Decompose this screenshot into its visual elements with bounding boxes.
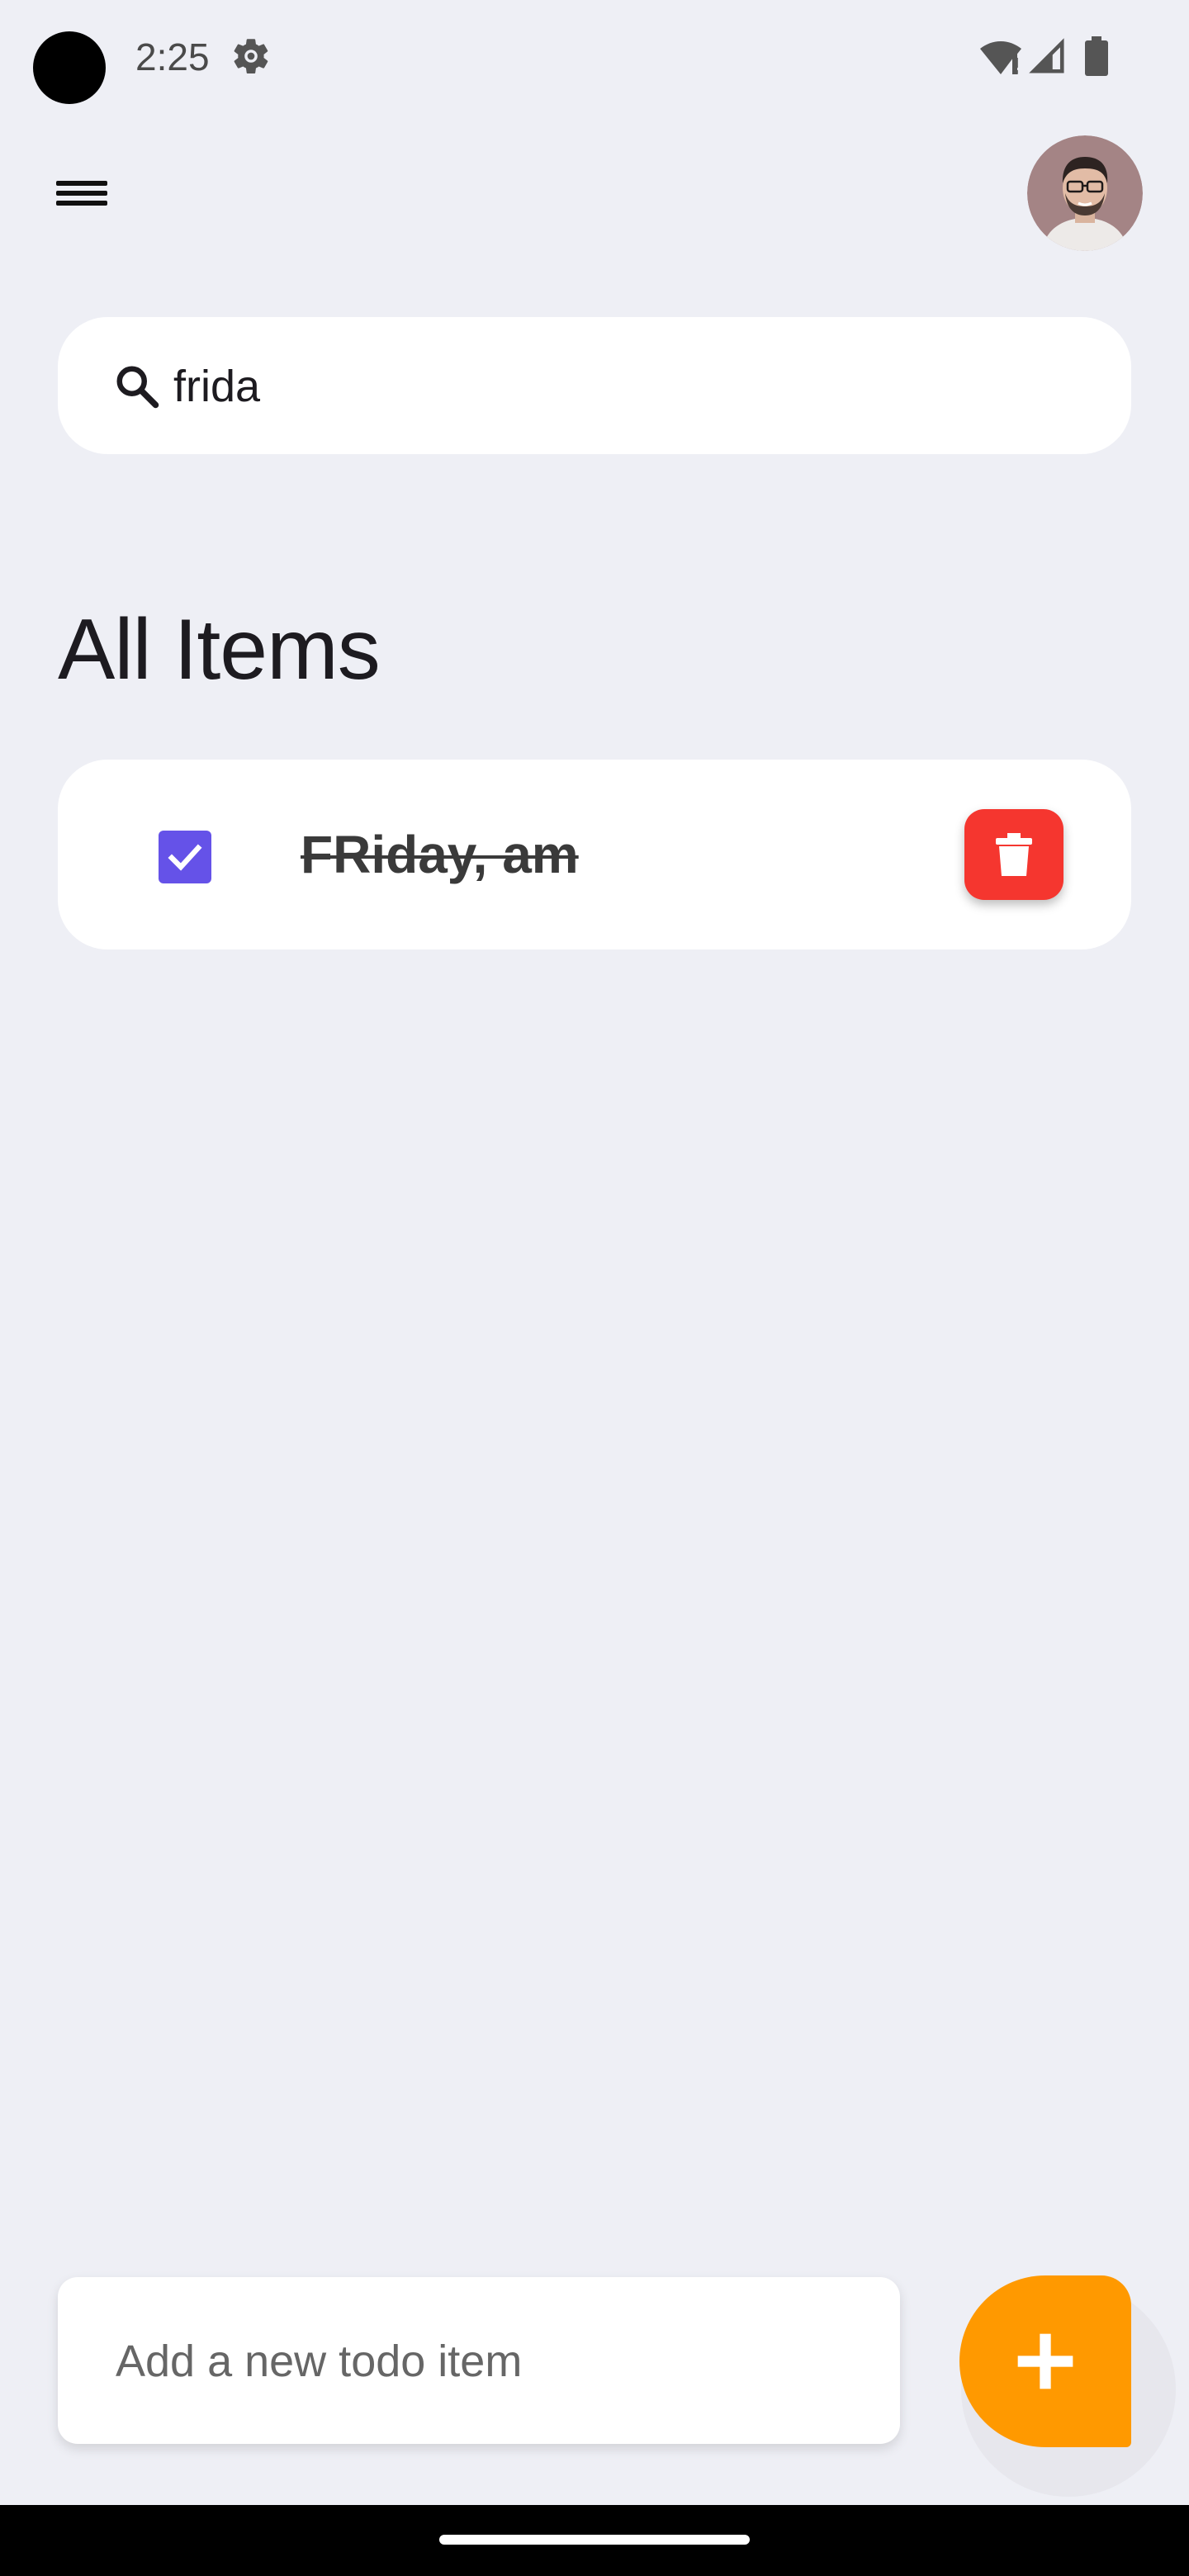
camera-cutout xyxy=(33,31,106,104)
checkmark-icon xyxy=(168,844,202,871)
status-time: 2:25 xyxy=(135,36,210,78)
user-avatar[interactable] xyxy=(1027,135,1143,251)
wifi-icon xyxy=(980,41,1021,74)
trash-icon xyxy=(996,833,1032,876)
home-indicator[interactable] xyxy=(439,2535,750,2545)
todo-checkbox[interactable] xyxy=(159,831,211,883)
todo-item-text[interactable]: FRiday, am xyxy=(301,824,579,885)
hamburger-menu-icon xyxy=(56,176,107,211)
menu-button[interactable] xyxy=(46,163,117,223)
new-todo-input[interactable] xyxy=(116,2322,859,2401)
delete-button[interactable] xyxy=(964,809,1063,900)
page-title: All Items xyxy=(58,602,381,698)
status-bar: 2:25 xyxy=(0,0,1189,116)
settings-icon xyxy=(234,39,268,73)
search-input[interactable] xyxy=(173,347,1082,426)
plus-icon xyxy=(1017,2333,1073,2389)
avatar-photo xyxy=(1027,135,1143,251)
add-todo-button[interactable] xyxy=(959,2275,1131,2447)
search-icon xyxy=(116,366,159,409)
battery-icon xyxy=(1085,36,1108,76)
signal-icon xyxy=(1029,38,1064,73)
